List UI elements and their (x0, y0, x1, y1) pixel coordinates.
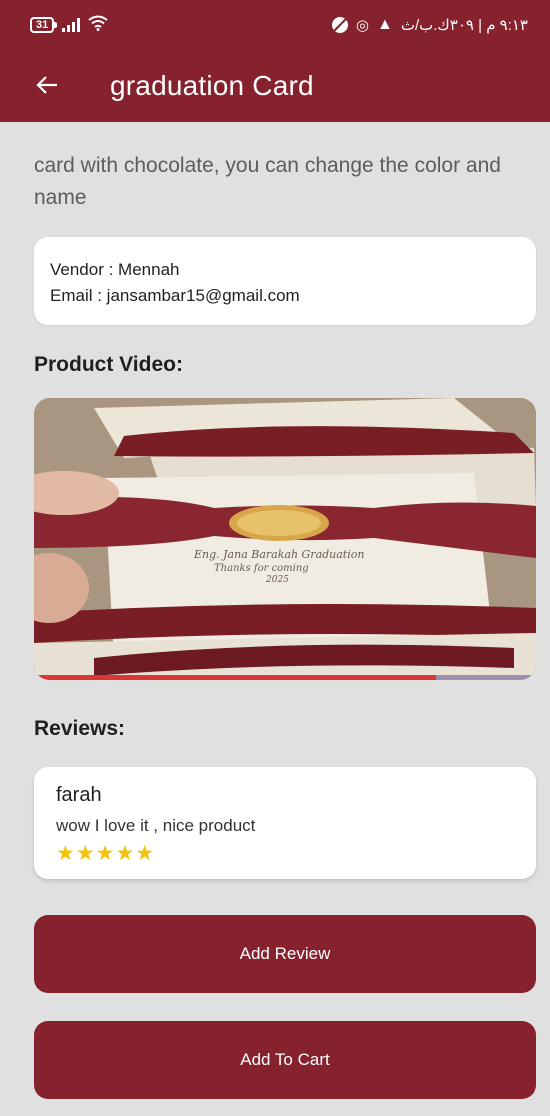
sync-icon: ◎ (355, 17, 369, 34)
battery-icon: 31 (30, 17, 58, 33)
status-bar: 31 ◎ ▲ ٩:١٣ م | ٣٠٩ك.ب/ث (0, 0, 550, 50)
add-to-cart-button[interactable]: Add To Cart (34, 1021, 536, 1099)
signal-icon (62, 18, 81, 32)
status-left: 31 (30, 15, 108, 36)
reviewer-name: farah (56, 784, 102, 806)
video-card-text-3: 2025 (265, 575, 289, 585)
status-right: ◎ ▲ ٩:١٣ م | ٣٠٩ك.ب/ث (331, 16, 528, 34)
drive-icon: ▲ (377, 16, 393, 33)
page-title: graduation Card (110, 70, 314, 101)
vendor-email: Email : jansambar15@gmail.com (50, 286, 300, 305)
review-text: wow I love it , nice product (56, 816, 256, 835)
arrow-left-icon[interactable] (36, 72, 66, 100)
review-card: farah wow I love it , nice product ★★★★★ (34, 767, 536, 879)
add-review-button[interactable]: Add Review (34, 915, 536, 993)
app-bar: graduation Card (0, 50, 550, 122)
product-video[interactable]: Eng. Jana Barakah Graduation Thanks for … (34, 398, 536, 680)
status-time: ٩:١٣ م | ٣٠٩ك.ب/ث (400, 17, 528, 34)
video-progress-fill (34, 675, 436, 680)
star-rating-icon: ★★★★★ (56, 842, 156, 865)
video-card-text-1: Eng. Jana Barakah Graduation (193, 548, 364, 561)
video-frame: Eng. Jana Barakah Graduation Thanks for … (34, 398, 536, 680)
product-description: card with chocolate, you can change the … (34, 154, 501, 209)
data-saver-icon (331, 17, 348, 33)
vendor-name: Vendor : Mennah (50, 260, 180, 279)
vendor-card: Vendor : Mennah Email : jansambar15@gmai… (34, 237, 536, 325)
product-video-heading: Product Video: (34, 353, 183, 376)
video-progress-bar[interactable] (34, 675, 536, 680)
reviews-heading: Reviews: (34, 717, 126, 740)
video-card-text-2: Thanks for coming (214, 563, 309, 574)
wifi-icon (88, 15, 108, 36)
